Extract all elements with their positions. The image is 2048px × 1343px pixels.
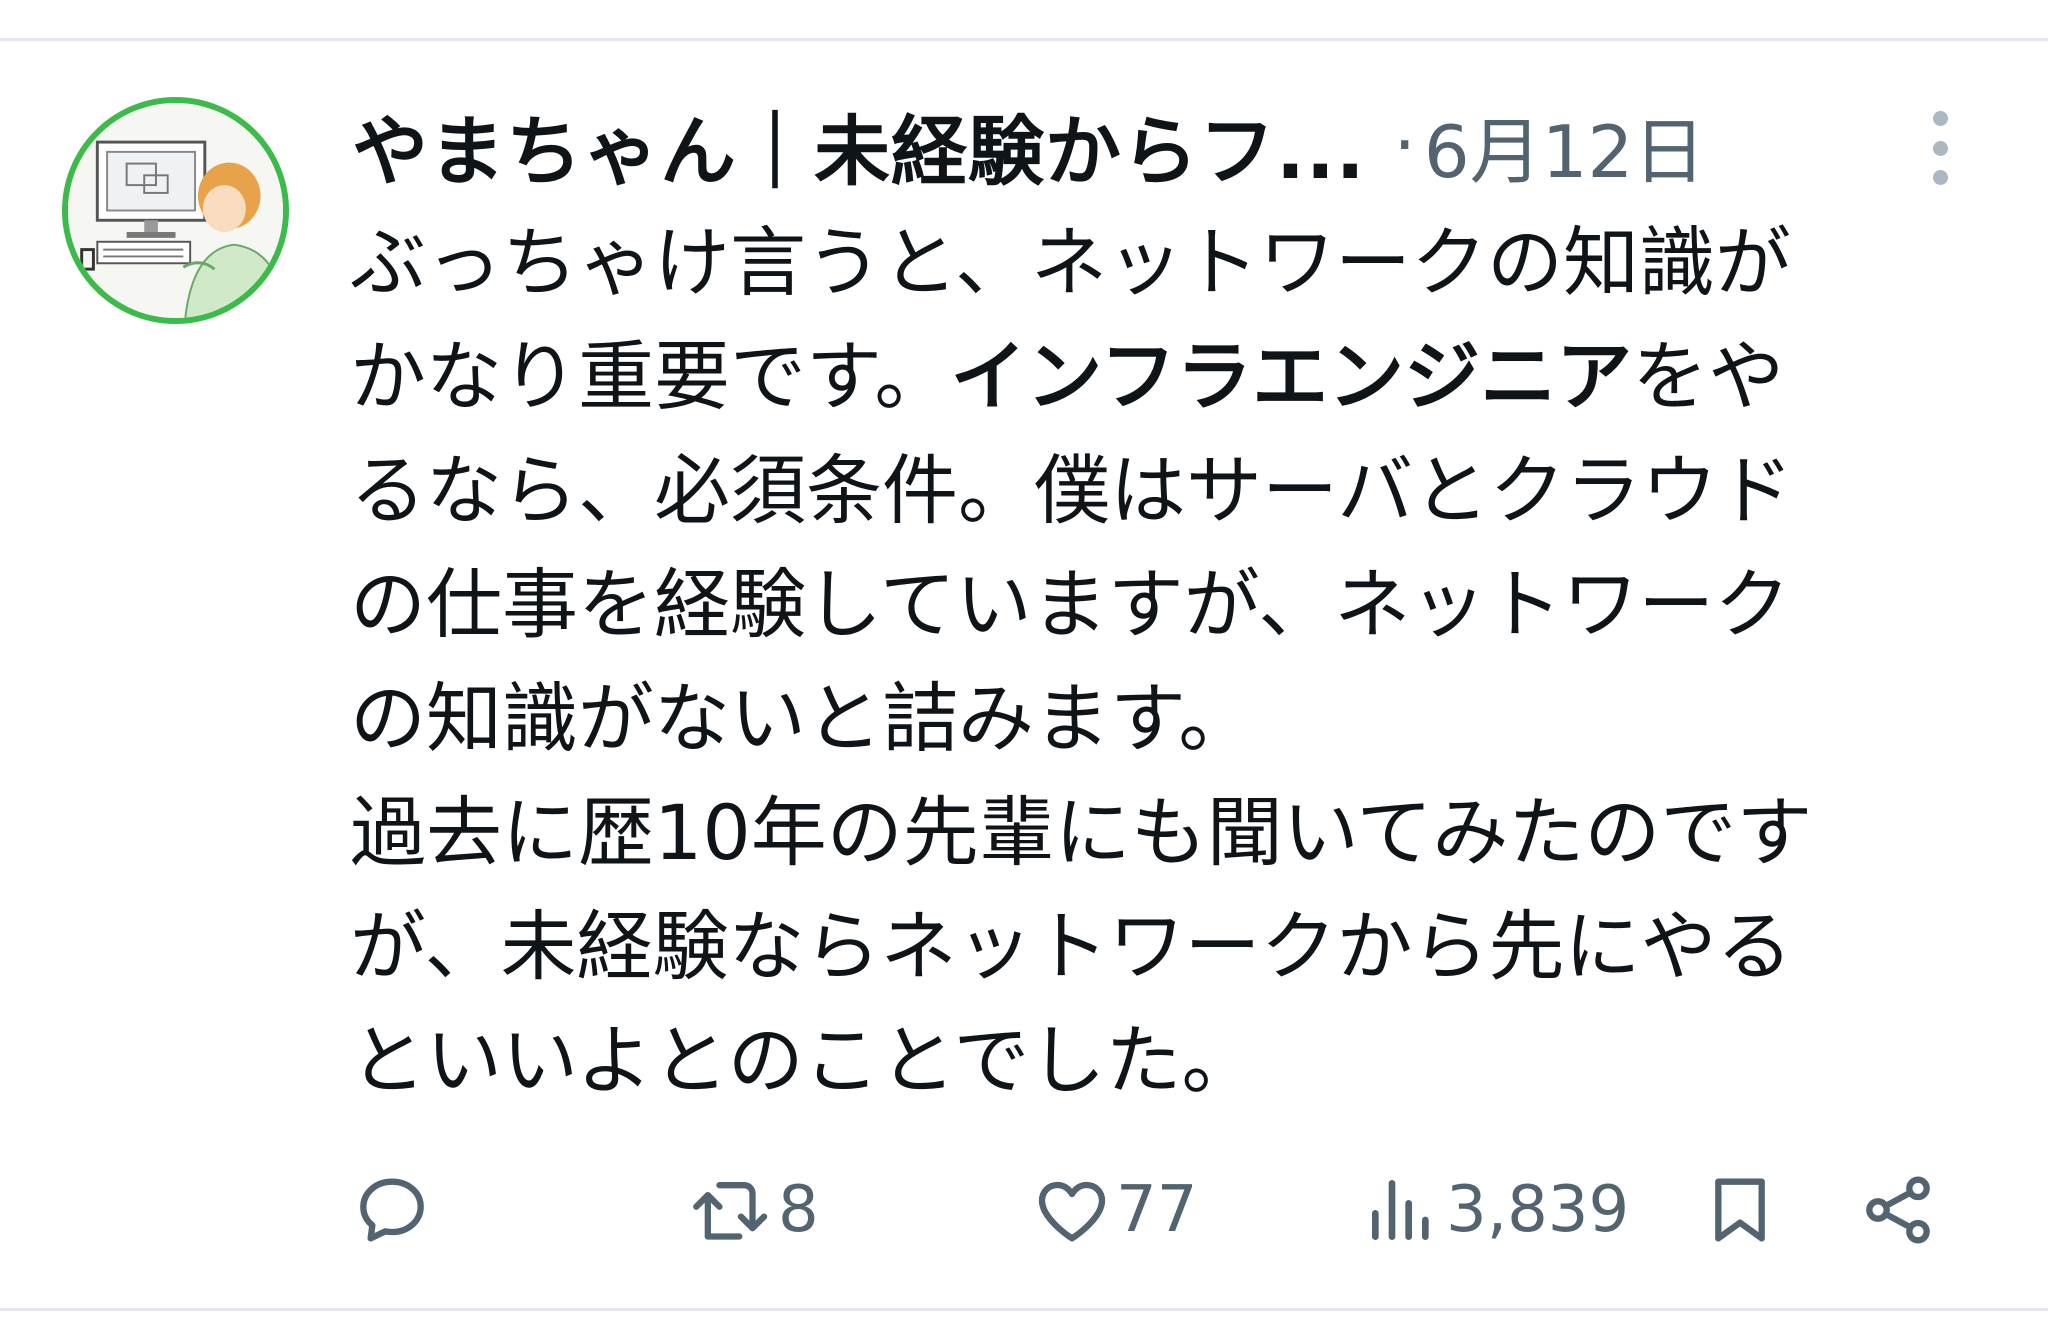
share-icon bbox=[1866, 1176, 1930, 1244]
tweet-text-line: の知識がないと詰みます。 bbox=[350, 674, 1255, 763]
tweet-text-line: といいよとのことでした。 bbox=[350, 1016, 1258, 1105]
retweet-icon bbox=[693, 1182, 768, 1240]
tweet-text-line: かなり重要です。インフラエンジニアをや bbox=[350, 320, 2000, 434]
tweet-text-line: が、未経験ならネットワークから先にやる bbox=[350, 902, 1793, 991]
tweet-timestamp[interactable]: 6月12日 bbox=[1424, 93, 1705, 198]
bottom-divider bbox=[0, 1308, 2048, 1311]
tweet-text-segment: かなり重要です。 bbox=[350, 332, 951, 421]
tweet-header: やまちゃん｜未経験からフ... · 6月12日 bbox=[352, 93, 1705, 198]
views-chart-icon bbox=[1372, 1180, 1429, 1240]
tweet-text-line: の仕事を経験していますが、ネットワーク bbox=[350, 560, 1791, 649]
tweet-text-segment: をや bbox=[1632, 332, 1785, 421]
tweet-card[interactable]: やまちゃん｜未経験からフ... · 6月12日 ぶっちゃけ言うと、ネットワークの… bbox=[0, 0, 2048, 1267]
tweet-text-line: ぶっちゃけ言うと、ネットワークの知識が bbox=[350, 218, 1791, 307]
author-display-name[interactable]: やまちゃん｜未経験からフ... bbox=[352, 90, 1366, 200]
like-button[interactable]: 77 bbox=[1032, 1160, 1197, 1260]
retweet-count: 8 bbox=[778, 1173, 819, 1247]
tweet-text-line: 過去に歴10年の先輩にも聞いてみたのです bbox=[350, 788, 1813, 877]
bookmark-icon bbox=[1715, 1178, 1765, 1242]
more-vertical-icon[interactable] bbox=[1915, 103, 1965, 193]
header-separator: · bbox=[1393, 104, 1416, 186]
avatar-illustration-icon bbox=[68, 103, 283, 318]
bookmark-button[interactable] bbox=[1700, 1160, 1780, 1260]
like-count: 77 bbox=[1116, 1173, 1198, 1247]
retweet-button[interactable]: 8 bbox=[688, 1160, 819, 1260]
tweet-text-line: るなら、必須条件。僕はサーバとクラウド bbox=[350, 446, 1794, 535]
tweet-text-bold-segment: インフラエンジニア bbox=[950, 332, 1633, 421]
heart-icon bbox=[1038, 1181, 1106, 1242]
views-count: 3,839 bbox=[1446, 1173, 1630, 1247]
views-button[interactable]: 3,839 bbox=[1362, 1160, 1629, 1260]
reply-button[interactable] bbox=[352, 1160, 436, 1260]
tweet-actions: 8 77 3,839 bbox=[0, 1160, 2048, 1260]
share-button[interactable] bbox=[1858, 1160, 1938, 1260]
tweet-text: ぶっちゃけ言うと、ネットワークの知識が かなり重要です。インフラエンジニアをや … bbox=[350, 206, 2000, 1118]
reply-icon bbox=[360, 1178, 424, 1242]
avatar[interactable] bbox=[62, 97, 289, 324]
